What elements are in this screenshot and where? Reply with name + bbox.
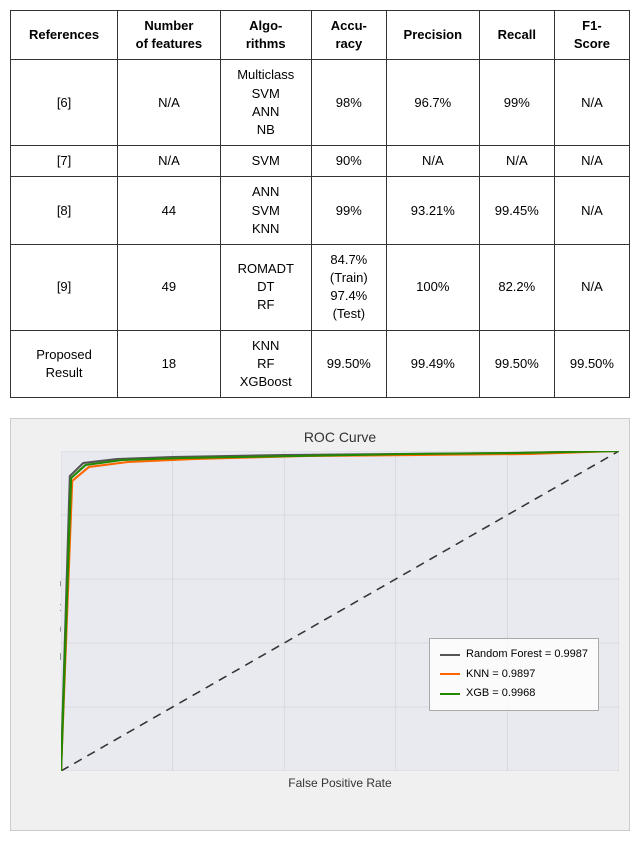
- prec-9: 100%: [386, 244, 479, 330]
- features-7: N/A: [118, 146, 221, 177]
- col-header-recall: Recall: [479, 11, 554, 60]
- algo-7: SVM: [220, 146, 311, 177]
- recall-8: 99.45%: [479, 177, 554, 245]
- legend-item-rf: Random Forest = 0.9987: [440, 645, 588, 665]
- table-row: [8] 44 ANNSVMKNN 99% 93.21% 99.45% N/A: [11, 177, 630, 245]
- legend-color-knn: [440, 673, 460, 675]
- f1-8: N/A: [554, 177, 629, 245]
- ref-6: [6]: [11, 60, 118, 146]
- x-axis-label: False Positive Rate: [61, 776, 619, 790]
- features-8: 44: [118, 177, 221, 245]
- ref-9: [9]: [11, 244, 118, 330]
- prec-6: 96.7%: [386, 60, 479, 146]
- table-row: [6] N/A MulticlassSVMANNNB 98% 96.7% 99%…: [11, 60, 630, 146]
- recall-proposed: 99.50%: [479, 330, 554, 398]
- acc-proposed: 99.50%: [311, 330, 386, 398]
- f1-6: N/A: [554, 60, 629, 146]
- f1-9: N/A: [554, 244, 629, 330]
- ref-7: [7]: [11, 146, 118, 177]
- table-row: [7] N/A SVM 90% N/A N/A N/A: [11, 146, 630, 177]
- legend-label-knn: KNN = 0.9897: [466, 665, 535, 685]
- legend-label-xgb: XGB = 0.9968: [466, 684, 535, 704]
- acc-7: 90%: [311, 146, 386, 177]
- ref-8: [8]: [11, 177, 118, 245]
- legend-item-knn: KNN = 0.9897: [440, 665, 588, 685]
- algo-9: ROMADTDTRF: [220, 244, 311, 330]
- algo-6: MulticlassSVMANNNB: [220, 60, 311, 146]
- prec-7: N/A: [386, 146, 479, 177]
- roc-legend: Random Forest = 0.9987 KNN = 0.9897 XGB …: [429, 638, 599, 711]
- features-6: N/A: [118, 60, 221, 146]
- roc-chart-area: 0.0 0.2 0.4 0.6 0.8 1.0 0.0 0.2 0.4 0.6 …: [61, 451, 619, 771]
- roc-svg: 0.0 0.2 0.4 0.6 0.8 1.0 0.0 0.2 0.4 0.6 …: [61, 451, 619, 771]
- acc-6: 98%: [311, 60, 386, 146]
- legend-item-xgb: XGB = 0.9968: [440, 684, 588, 704]
- ref-proposed: ProposedResult: [11, 330, 118, 398]
- prec-8: 93.21%: [386, 177, 479, 245]
- algo-8: ANNSVMKNN: [220, 177, 311, 245]
- roc-chart-container: ROC Curve True Positive Rate: [10, 418, 630, 831]
- recall-7: N/A: [479, 146, 554, 177]
- legend-color-rf: [440, 654, 460, 656]
- col-header-f1: F1-Score: [554, 11, 629, 60]
- col-header-references: References: [11, 11, 118, 60]
- recall-9: 82.2%: [479, 244, 554, 330]
- acc-9: 84.7%(Train)97.4%(Test): [311, 244, 386, 330]
- col-header-features: Numberof features: [118, 11, 221, 60]
- acc-8: 99%: [311, 177, 386, 245]
- algo-proposed: KNNRFXGBoost: [220, 330, 311, 398]
- legend-color-xgb: [440, 693, 460, 695]
- f1-7: N/A: [554, 146, 629, 177]
- f1-proposed: 99.50%: [554, 330, 629, 398]
- recall-6: 99%: [479, 60, 554, 146]
- col-header-algorithms: Algo-rithms: [220, 11, 311, 60]
- table-row: [9] 49 ROMADTDTRF 84.7%(Train)97.4%(Test…: [11, 244, 630, 330]
- features-proposed: 18: [118, 330, 221, 398]
- legend-label-rf: Random Forest = 0.9987: [466, 645, 588, 665]
- table-row-proposed: ProposedResult 18 KNNRFXGBoost 99.50% 99…: [11, 330, 630, 398]
- features-9: 49: [118, 244, 221, 330]
- roc-title: ROC Curve: [61, 429, 619, 445]
- col-header-precision: Precision: [386, 11, 479, 60]
- prec-proposed: 99.49%: [386, 330, 479, 398]
- comparison-table: References Numberof features Algo-rithms…: [10, 10, 630, 398]
- col-header-accuracy: Accu-racy: [311, 11, 386, 60]
